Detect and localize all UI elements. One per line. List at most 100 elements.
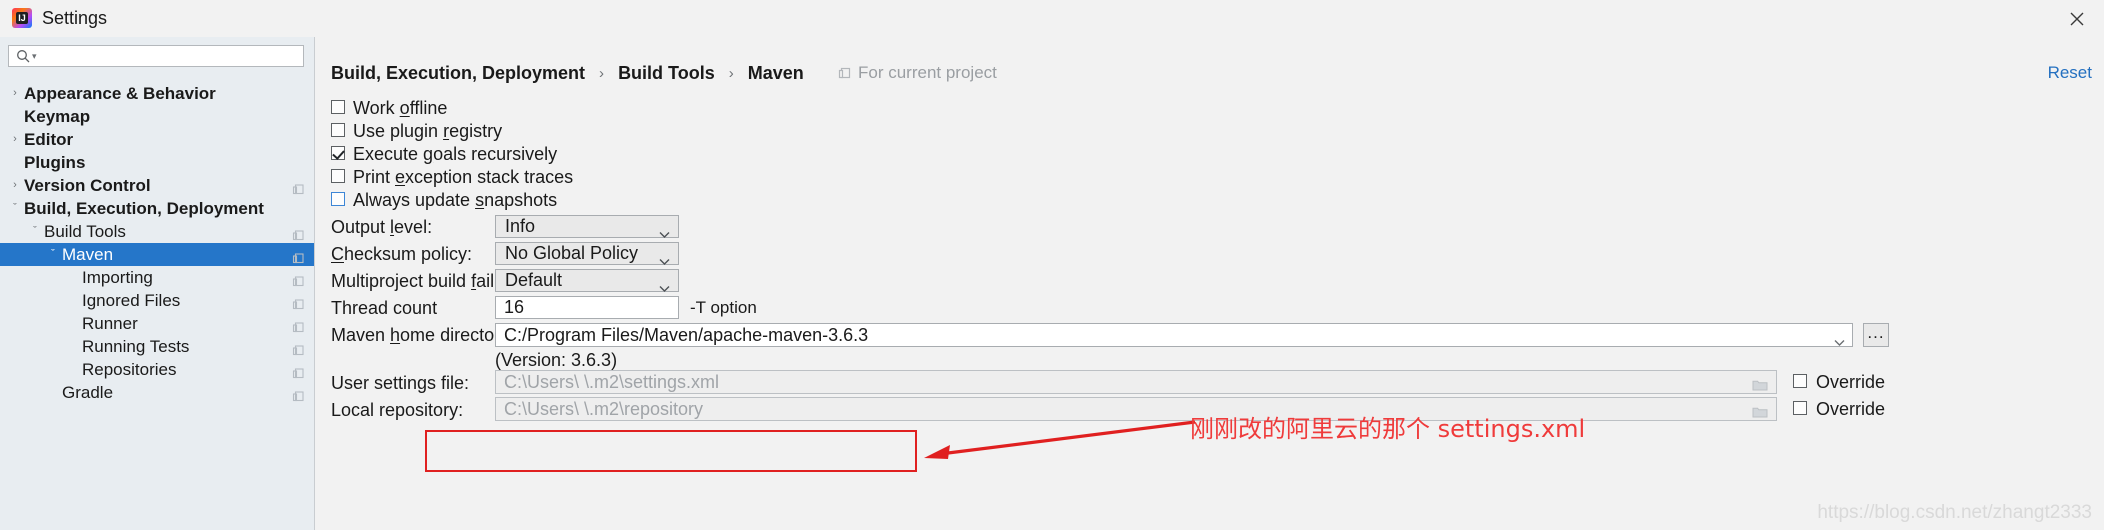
chevron-right-icon[interactable]: › <box>8 128 22 151</box>
sidebar-item-keymap[interactable]: Keymap <box>0 105 314 128</box>
checkbox-label: Always update snapshots <box>353 190 558 210</box>
checkbox-box[interactable] <box>1793 374 1807 388</box>
sidebar-item-label: Ignored Files <box>82 291 181 310</box>
sidebar-item-label: Repositories <box>82 360 177 379</box>
breadcrumb-separator-0: › <box>599 65 605 82</box>
breadcrumb-item-1[interactable]: Build Tools <box>618 63 715 83</box>
thread-count-hint: -T option <box>690 298 757 317</box>
user-settings-file-value: C:\Users\ \.m2\settings.xml <box>504 372 720 392</box>
project-scope-icon <box>292 271 305 287</box>
project-scope-text: For current project <box>858 63 997 82</box>
sidebar-item-ignored-files[interactable]: Ignored Files <box>0 289 314 312</box>
window-title: Settings <box>42 8 108 28</box>
chevron-down-icon[interactable]: ˇ <box>46 243 60 266</box>
checkbox-box[interactable] <box>331 123 345 137</box>
sidebar-item-gradle[interactable]: Gradle <box>0 381 314 404</box>
project-scope-icon <box>292 363 305 379</box>
folder-icon[interactable] <box>1752 376 1768 397</box>
sidebar-item-build-tools[interactable]: ˇ Build Tools <box>0 220 314 243</box>
sidebar-item-label: Build, Execution, Deployment <box>24 199 264 218</box>
sidebar-item-maven[interactable]: ˇ Maven <box>0 243 314 266</box>
reset-link[interactable]: Reset <box>2048 63 2092 83</box>
project-scope-icon <box>292 294 305 310</box>
sidebar-item-version-control[interactable]: › Version Control <box>0 174 314 197</box>
settings-tree: › Appearance & Behavior Keymap › Editor Plugi… <box>0 82 314 404</box>
search-field-wrapper: ▾ <box>8 45 306 69</box>
maven-home-browse-label: ... <box>1867 323 1885 342</box>
thread-count-input[interactable]: 16 <box>495 296 679 319</box>
sidebar-item-plugins[interactable]: Plugins <box>0 151 314 174</box>
sidebar-item-importing[interactable]: Importing <box>0 266 314 289</box>
multiproject-fail-policy-dropdown[interactable]: Default <box>495 269 679 292</box>
output-level-label: Output level: <box>331 217 433 237</box>
chevron-right-icon[interactable]: › <box>8 82 22 105</box>
sidebar-item-repositories[interactable]: Repositories <box>0 358 314 381</box>
chevron-down-icon[interactable] <box>1834 331 1845 352</box>
checkbox-box[interactable] <box>1793 401 1807 415</box>
sidebar-item-label: Editor <box>24 130 74 149</box>
sidebar-item-build-execution-deployment[interactable]: ˇ Build, Execution, Deployment <box>0 197 314 220</box>
sidebar-item-label: Maven <box>62 245 114 264</box>
checkbox-box[interactable] <box>331 146 345 160</box>
breadcrumb: Build, Execution, Deployment › Build Too… <box>331 63 804 83</box>
intellij-idea-icon: IJ <box>12 8 32 28</box>
maven-home-directory-label: Maven home directory: <box>331 325 515 345</box>
output-level-dropdown[interactable]: Info <box>495 215 679 238</box>
project-scope-icon <box>292 248 305 264</box>
watermark: https://blog.csdn.net/zhangt2333 <box>1817 502 2092 523</box>
project-scope-label: For current project <box>838 63 997 83</box>
output-level-value: Info <box>505 216 536 236</box>
checksum-policy-label: Checksum policy: <box>331 244 473 264</box>
sidebar-item-appearance-behavior[interactable]: › Appearance & Behavior <box>0 82 314 105</box>
checkbox-label: Work offline <box>353 98 448 118</box>
settings-sidebar: ▾ › Appearance & Behavior Keymap › Editor Plu… <box>0 37 315 530</box>
project-scope-icon <box>292 225 305 241</box>
maven-home-directory-value: C:/Program Files/Maven/apache-maven-3.6.… <box>504 325 869 345</box>
checkbox-label: Override <box>1816 372 1886 392</box>
sidebar-item-label: Keymap <box>24 107 91 126</box>
sidebar-item-label: Runner <box>82 314 138 333</box>
checkbox-box[interactable] <box>331 169 345 183</box>
checksum-policy-value: No Global Policy <box>505 243 639 263</box>
chevron-down-icon <box>659 277 670 298</box>
project-scope-icon <box>292 317 305 333</box>
checkbox-box[interactable] <box>331 100 345 114</box>
sidebar-item-label: Version Control <box>24 176 151 195</box>
breadcrumb-item-0[interactable]: Build, Execution, Deployment <box>331 63 585 83</box>
project-scope-icon <box>292 179 305 195</box>
sidebar-item-label: Importing <box>82 268 153 287</box>
breadcrumb-separator-1: › <box>728 65 734 82</box>
sidebar-item-running-tests[interactable]: Running Tests <box>0 335 314 358</box>
chevron-right-icon[interactable]: › <box>8 174 22 197</box>
checkbox-label: Use plugin registry <box>353 121 503 141</box>
sidebar-item-label: Build Tools <box>44 222 126 241</box>
sidebar-item-editor[interactable]: › Editor <box>0 128 314 151</box>
sidebar-item-label: Running Tests <box>82 337 190 356</box>
maven-home-browse-button[interactable]: ... <box>1863 323 1889 347</box>
folder-icon[interactable] <box>1752 403 1768 424</box>
maven-home-directory-input[interactable]: C:/Program Files/Maven/apache-maven-3.6.… <box>495 323 1853 347</box>
title-bar: IJ Settings <box>0 0 2104 38</box>
maven-settings-panel: Build, Execution, Deployment › Build Too… <box>315 37 2104 530</box>
chevron-down-icon[interactable]: ˇ <box>28 220 42 243</box>
chevron-down-icon[interactable]: ˇ <box>8 197 22 220</box>
project-scope-icon <box>838 65 852 85</box>
project-scope-icon <box>292 386 305 402</box>
user-settings-file-label: User settings file: <box>331 373 470 393</box>
thread-count-value: 16 <box>504 297 525 317</box>
thread-count-label: Thread count <box>331 298 438 318</box>
sidebar-item-label: Plugins <box>24 153 86 172</box>
annotation-text: 刚刚改的阿里云的那个 settings.xml <box>1190 415 1586 443</box>
sidebar-item-label: Gradle <box>62 383 114 402</box>
local-repository-label: Local repository: <box>331 400 464 420</box>
checksum-policy-dropdown[interactable]: No Global Policy <box>495 242 679 265</box>
search-input[interactable] <box>8 45 304 67</box>
checkbox-box[interactable] <box>331 192 345 206</box>
close-icon[interactable] <box>2060 4 2094 34</box>
chevron-down-icon <box>659 223 670 244</box>
sidebar-item-runner[interactable]: Runner <box>0 312 314 335</box>
search-icon: ▾ <box>16 49 38 64</box>
project-scope-icon <box>292 340 305 356</box>
user-settings-file-input[interactable]: C:\Users\ \.m2\settings.xml <box>495 370 1777 394</box>
chevron-down-icon <box>659 250 670 271</box>
